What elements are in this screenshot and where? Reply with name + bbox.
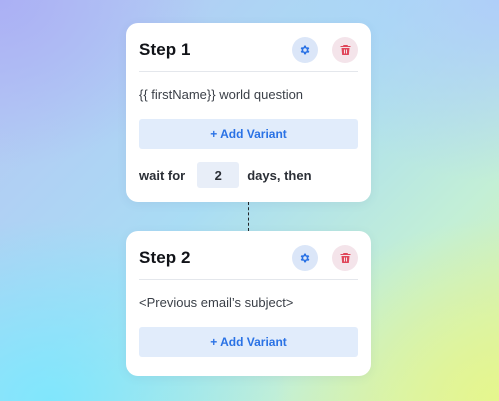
step-2-card: Step 2 <Previous email’s subject> + Add …	[126, 231, 371, 376]
wait-row: wait for 2 days, then	[139, 162, 312, 188]
gear-icon	[300, 45, 310, 55]
wait-prefix-label: wait for	[139, 167, 186, 183]
step-1-delete-button[interactable]	[332, 37, 358, 63]
step-connector	[248, 202, 249, 231]
step-2-header: Step 2	[139, 243, 358, 280]
step-2-add-variant-button[interactable]: + Add Variant	[139, 327, 358, 357]
step-1-subject[interactable]: {{ firstName}} world question	[139, 87, 303, 102]
trash-icon	[340, 45, 350, 55]
step-2-subject[interactable]: <Previous email’s subject>	[139, 295, 293, 310]
step-1-add-variant-button[interactable]: + Add Variant	[139, 119, 358, 149]
wait-days-input[interactable]: 2	[197, 162, 240, 188]
gear-icon	[300, 253, 310, 263]
step-2-settings-button[interactable]	[292, 245, 318, 271]
step-1-card: Step 1 {{ firstName}} world question + A…	[126, 23, 371, 202]
wait-suffix-label: days, then	[247, 167, 312, 183]
trash-icon	[340, 253, 350, 263]
step-1-title: Step 1	[139, 40, 191, 59]
step-2-title: Step 2	[139, 248, 191, 267]
step-1-settings-button[interactable]	[292, 37, 318, 63]
step-2-delete-button[interactable]	[332, 245, 358, 271]
step-1-header: Step 1	[139, 35, 358, 72]
